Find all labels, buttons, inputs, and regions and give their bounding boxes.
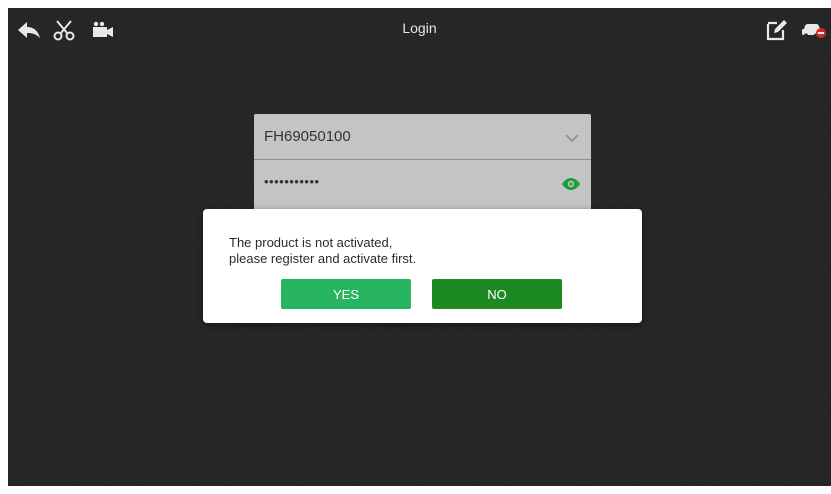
username-value: FH69050100	[264, 128, 351, 145]
app-screen: Login FH69050100 ••••••••••• The product…	[8, 8, 831, 486]
car-disconnect-icon[interactable]	[800, 18, 828, 42]
dialog-message-line-1: The product is not activated,	[229, 235, 393, 250]
edit-icon[interactable]	[765, 18, 789, 42]
activation-dialog: The product is not activated, please reg…	[203, 209, 642, 323]
yes-button[interactable]: YES	[281, 279, 411, 309]
no-button[interactable]: NO	[432, 279, 562, 309]
username-field[interactable]: FH69050100	[254, 114, 591, 160]
dialog-message-line-2: please register and activate first.	[229, 251, 417, 266]
page-title: Login	[402, 20, 437, 36]
password-value: •••••••••••	[264, 174, 320, 189]
eye-icon[interactable]	[561, 177, 581, 196]
dialog-message: The product is not activated, please reg…	[229, 235, 416, 267]
password-field[interactable]: •••••••••••	[254, 160, 591, 210]
chevron-down-icon[interactable]	[565, 130, 579, 148]
login-form: FH69050100 •••••••••••	[254, 114, 591, 210]
top-toolbar: Login	[8, 8, 831, 52]
